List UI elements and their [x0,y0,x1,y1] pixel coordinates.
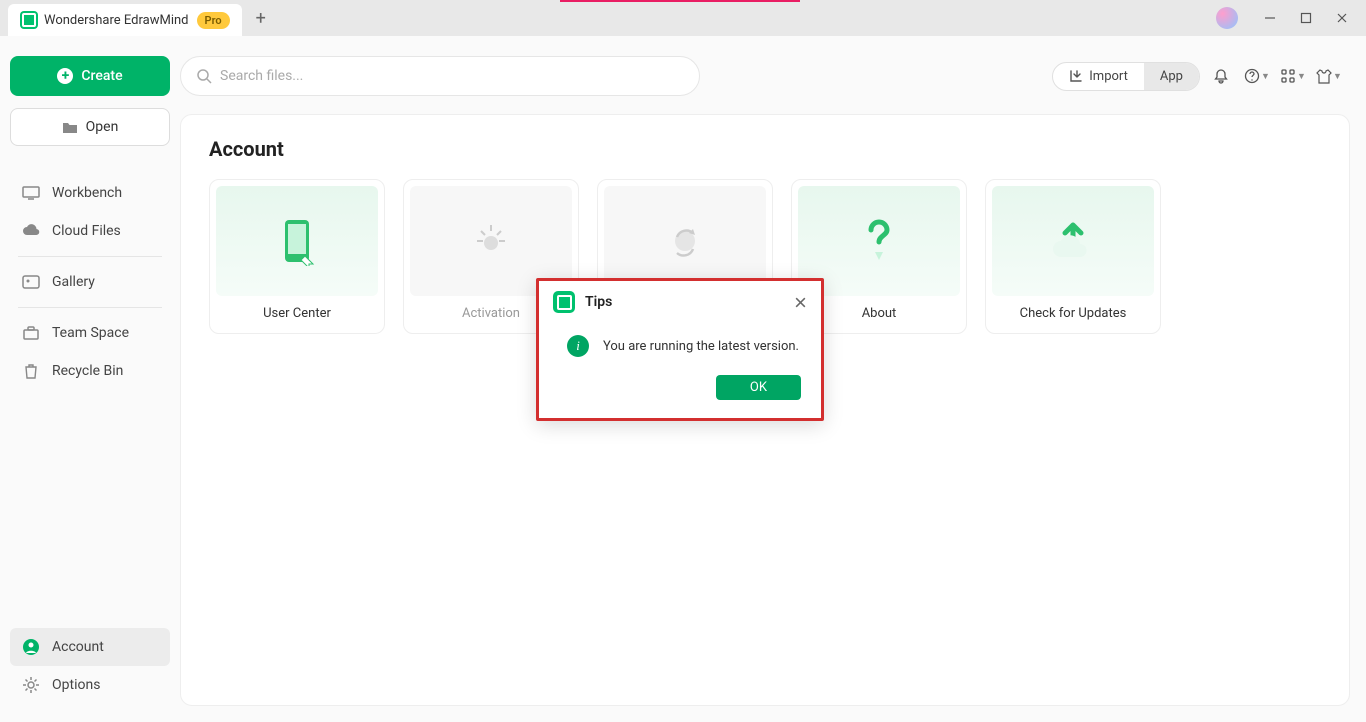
sidebar-item-gallery[interactable]: Gallery [10,263,170,301]
new-tab-button[interactable]: + [256,8,266,29]
open-button[interactable]: Open [10,108,170,146]
sidebar-item-recycle-bin[interactable]: Recycle Bin [10,352,170,390]
app-logo-icon [553,291,575,313]
sidebar-item-label: Recycle Bin [52,363,123,379]
minimize-button[interactable] [1254,4,1286,32]
plus-icon: + [57,68,73,84]
trash-icon [22,362,40,380]
briefcase-icon [22,324,40,342]
top-toolbar: Import App ▼ ▼ ▼ [180,56,1350,96]
card-thumb [992,186,1154,296]
maximize-button[interactable] [1290,4,1322,32]
notification-button[interactable] [1206,61,1236,91]
sidebar-item-label: Options [52,677,100,693]
workbench-icon [22,184,40,202]
phone-icon [277,216,317,266]
chevron-down-icon: ▼ [1297,71,1306,82]
dialog-header: Tips [539,281,821,319]
app-label: App [1160,69,1183,84]
card-user-center[interactable]: User Center [209,179,385,334]
gear-icon [22,676,40,694]
card-label: Check for Updates [992,306,1154,321]
panel-title: Account [209,137,1321,161]
dialog-close-button[interactable] [794,296,807,309]
dialog-title: Tips [585,294,612,310]
avatar-icon[interactable] [1216,7,1238,29]
import-icon [1069,69,1083,83]
card-thumb [216,186,378,296]
app-name: Wondershare EdrawMind [44,13,189,28]
sidebar-item-label: Gallery [52,274,95,290]
title-bar: Wondershare EdrawMind Pro + [0,0,1366,36]
shirt-button[interactable]: ▼ [1314,61,1344,91]
close-button[interactable] [1326,4,1358,32]
dialog-body: i You are running the latest version. [539,319,821,365]
sidebar-divider [18,307,162,308]
question-icon [859,218,899,264]
cloud-icon [22,222,40,240]
chevron-down-icon: ▼ [1333,71,1342,82]
pro-badge: Pro [197,12,230,29]
sidebar-item-label: Account [52,639,104,655]
import-app-group: Import App [1052,62,1200,91]
import-button[interactable]: Import [1053,63,1144,90]
sync-icon [663,219,707,263]
import-label: Import [1089,69,1128,84]
sidebar-item-workbench[interactable]: Workbench [10,174,170,212]
search-box[interactable] [180,56,700,96]
sun-icon [469,219,513,263]
sidebar-item-label: Team Space [52,325,129,341]
gallery-icon [22,273,40,291]
accent-strip [560,0,800,2]
folder-icon [62,120,78,134]
chevron-down-icon: ▼ [1261,71,1270,82]
dialog-message: You are running the latest version. [603,339,799,354]
sidebar-divider [18,256,162,257]
sidebar-item-options[interactable]: Options [10,666,170,704]
ok-button[interactable]: OK [716,375,801,400]
sidebar: + Create Open Workbench Cloud Files Gall… [0,36,180,722]
account-icon [22,638,40,656]
sidebar-item-label: Cloud Files [52,223,121,239]
tips-dialog: Tips i You are running the latest versio… [536,278,824,421]
card-label: User Center [216,306,378,321]
card-check-updates[interactable]: Check for Updates [985,179,1161,334]
dialog-footer: OK [539,365,821,418]
sidebar-item-label: Workbench [52,185,122,201]
sidebar-item-team-space[interactable]: Team Space [10,314,170,352]
open-label: Open [86,119,119,135]
upload-cloud-icon [1049,219,1097,263]
info-icon: i [567,335,589,357]
search-icon [197,69,212,84]
app-button[interactable]: App [1144,63,1199,90]
apps-grid-button[interactable]: ▼ [1278,61,1308,91]
create-button[interactable]: + Create [10,56,170,96]
app-logo-icon [20,11,38,29]
sidebar-item-cloud-files[interactable]: Cloud Files [10,212,170,250]
create-label: Create [81,68,122,84]
help-button[interactable]: ▼ [1242,61,1272,91]
sidebar-item-account[interactable]: Account [10,628,170,666]
window-controls [1216,4,1358,32]
search-input[interactable] [220,68,683,84]
app-tab[interactable]: Wondershare EdrawMind Pro [8,4,242,36]
